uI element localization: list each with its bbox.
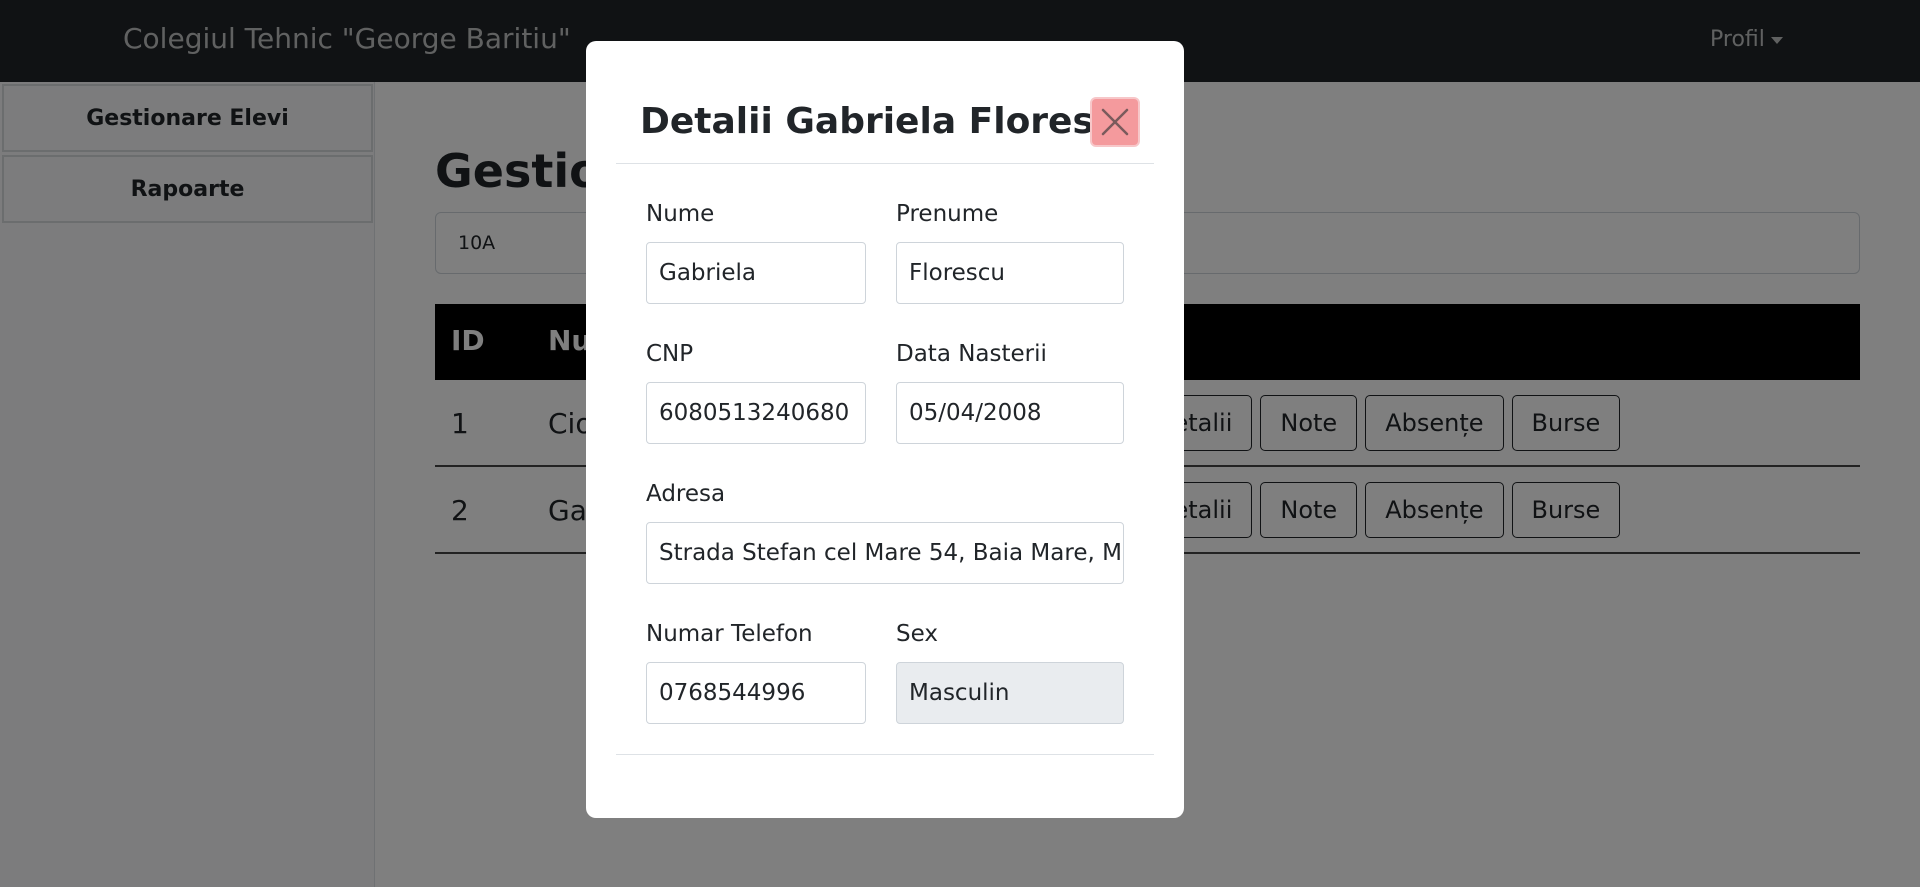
close-button[interactable] xyxy=(1090,97,1140,147)
data-nasterii-label: Data Nasterii xyxy=(896,341,1047,367)
birth-date-value: 05/04/2008 xyxy=(909,400,1042,426)
cnp-field[interactable]: 6080513240680 xyxy=(646,382,866,444)
address-value: Strada Stefan cel Mare 54, Baia Mare, Ma… xyxy=(659,540,1123,566)
telefon-label: Numar Telefon xyxy=(646,621,813,647)
phone-field[interactable]: 0768544996 xyxy=(646,662,866,724)
nume-label: Nume xyxy=(646,201,715,227)
birth-date-field[interactable]: 05/04/2008 xyxy=(896,382,1124,444)
phone-value: 0768544996 xyxy=(659,680,806,706)
prenume-label: Prenume xyxy=(896,201,999,227)
nume-field[interactable]: Gabriela xyxy=(646,242,866,304)
address-field[interactable]: Strada Stefan cel Mare 54, Baia Mare, Ma… xyxy=(646,522,1124,584)
prenume-value: Florescu xyxy=(909,260,1005,286)
sex-field: Masculin xyxy=(896,662,1124,724)
adresa-label: Adresa xyxy=(646,481,726,507)
modal-title: Detalii Gabriela Florescu xyxy=(640,101,1141,142)
sex-value: Masculin xyxy=(909,680,1010,706)
header-divider xyxy=(616,163,1154,164)
close-icon xyxy=(1101,108,1129,136)
sex-label: Sex xyxy=(896,621,938,647)
footer-divider xyxy=(616,754,1154,755)
prenume-field[interactable]: Florescu xyxy=(896,242,1124,304)
nume-value: Gabriela xyxy=(659,260,756,286)
student-details-modal: Detalii Gabriela Florescu Nume Gabriela … xyxy=(586,41,1184,818)
cnp-label: CNP xyxy=(646,341,694,367)
cnp-value: 6080513240680 xyxy=(659,400,850,426)
